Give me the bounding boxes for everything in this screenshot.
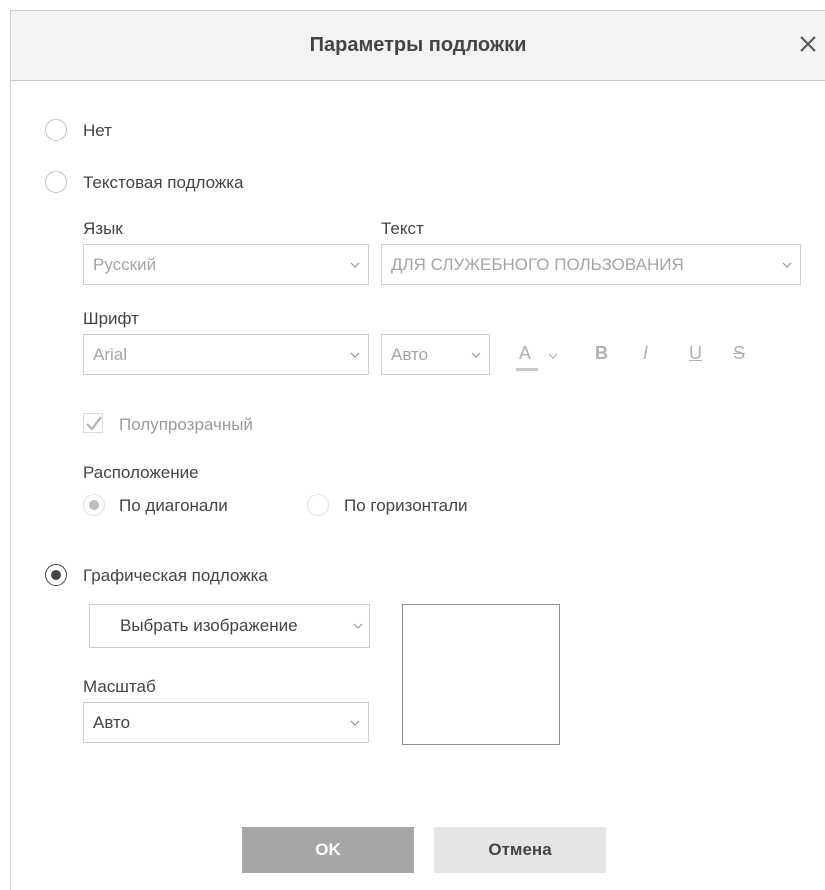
radio-horizontal[interactable]: [307, 494, 329, 516]
text-select[interactable]: ДЛЯ СЛУЖЕБНОГО ПОЛЬЗОВАНИЯ: [381, 244, 801, 285]
radio-none-label: Нет: [83, 121, 112, 140]
radio-text-watermark[interactable]: [45, 171, 67, 193]
scale-value: Авто: [93, 713, 131, 732]
dialog-header: Параметры подложки: [11, 11, 825, 81]
radio-horizontal-label: По горизонтали: [344, 496, 468, 515]
language-label: Язык: [83, 219, 123, 238]
chevron-down-icon: [350, 720, 360, 726]
font-size-select[interactable]: Авто: [381, 334, 490, 375]
chevron-down-icon: [548, 353, 558, 359]
cancel-button[interactable]: Отмена: [434, 827, 606, 873]
radio-none[interactable]: [45, 119, 67, 141]
font-value: Arial: [93, 345, 128, 364]
semitransparent-label: Полупрозрачный: [119, 415, 253, 434]
scale-select[interactable]: Авто: [83, 702, 369, 743]
font-label: Шрифт: [83, 309, 139, 328]
text-value: ДЛЯ СЛУЖЕБНОГО ПОЛЬЗОВАНИЯ: [391, 255, 684, 274]
chevron-down-icon: [350, 352, 360, 358]
underline-button[interactable]: U: [689, 343, 702, 364]
scale-label: Масштаб: [83, 677, 156, 696]
dialog-title: Параметры подложки: [309, 34, 527, 56]
chevron-down-icon: [353, 623, 363, 629]
strikethrough-button[interactable]: S: [733, 343, 745, 364]
italic-button[interactable]: I: [643, 343, 648, 364]
close-icon[interactable]: [795, 31, 821, 57]
image-preview: [402, 604, 560, 745]
ok-button[interactable]: OK: [242, 827, 414, 873]
checkmark-icon: [86, 416, 102, 431]
semitransparent-checkbox[interactable]: [83, 413, 103, 433]
font-color-icon: A: [519, 343, 532, 363]
bold-button[interactable]: B: [595, 343, 608, 364]
font-select[interactable]: Arial: [83, 334, 369, 375]
color-underline: [516, 368, 538, 371]
font-size-value: Авто: [391, 345, 429, 364]
layout-label: Расположение: [83, 463, 199, 482]
chevron-down-icon: [471, 352, 481, 358]
radio-image-watermark[interactable]: [45, 564, 67, 586]
radio-text-watermark-label: Текстовая подложка: [83, 173, 244, 192]
chevron-down-icon: [350, 262, 360, 268]
radio-diagonal-label: По диагонали: [119, 496, 228, 515]
language-value: Русский: [93, 255, 157, 274]
language-select[interactable]: Русский: [83, 244, 369, 285]
select-image-label: Выбрать изображение: [120, 616, 298, 635]
select-image-button[interactable]: Выбрать изображение: [89, 604, 370, 648]
text-label: Текст: [381, 219, 424, 238]
chevron-down-icon: [782, 262, 792, 268]
watermark-dialog: Параметры подложки Нет Текстовая подложк…: [10, 10, 825, 890]
radio-diagonal[interactable]: [83, 494, 105, 516]
font-color-button[interactable]: A: [516, 343, 568, 371]
radio-image-watermark-label: Графическая подложка: [83, 566, 268, 585]
